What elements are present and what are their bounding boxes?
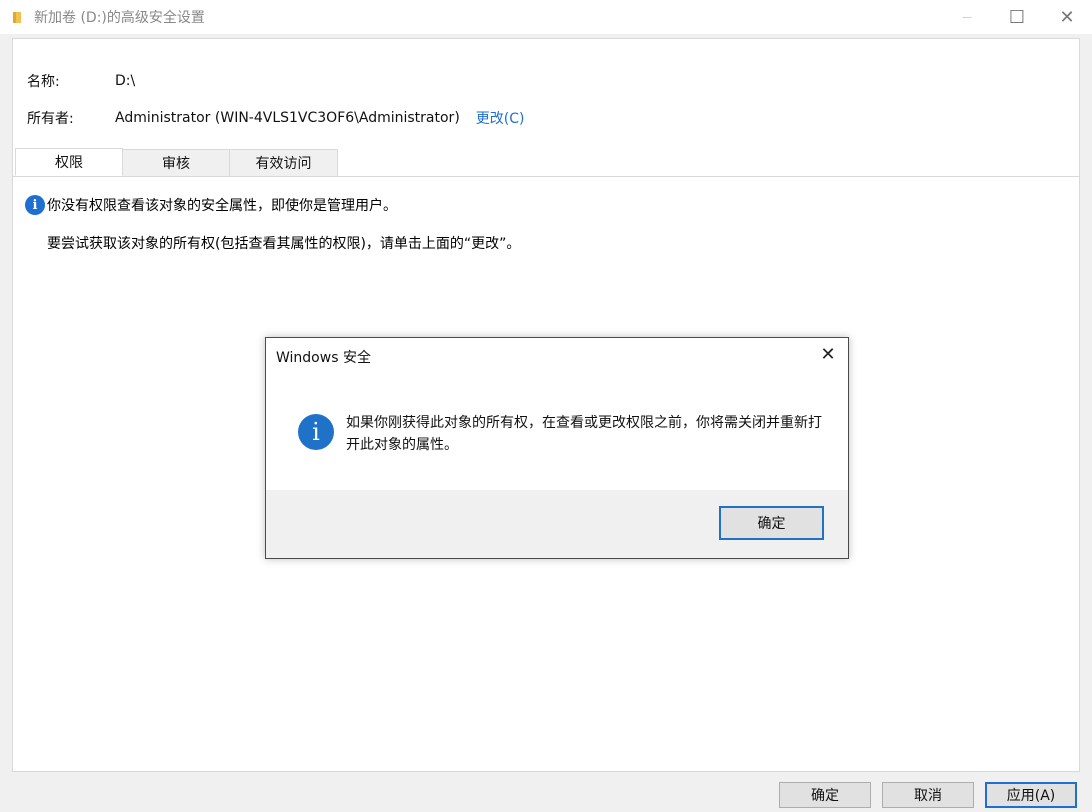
apply-button[interactable]: 应用(A) [985,782,1077,808]
info-message: i 你没有权限查看该对象的安全属性，即使你是管理用户。 [25,195,397,215]
name-value: D:\ [115,73,136,89]
close-icon: ✕ [1059,6,1075,28]
info-icon: i [298,414,334,450]
window-controls: — ☐ ✕ [942,0,1092,34]
minimize-button[interactable]: — [942,0,992,34]
folder-icon [12,10,26,24]
cancel-button[interactable]: 取消 [882,782,974,808]
tab-auditing[interactable]: 审核 [122,149,230,176]
owner-row: 所有者: Administrator (WIN-4VLS1VC3OF6\Admi… [27,108,524,128]
tab-divider [13,176,1079,177]
info-text: 你没有权限查看该对象的安全属性，即使你是管理用户。 [47,198,397,214]
owner-value: Administrator (WIN-4VLS1VC3OF6\Administr… [115,110,460,126]
name-label: 名称: [27,74,60,90]
info-icon: i [25,195,45,215]
dialog-ok-button[interactable]: 确定 [719,506,824,540]
window-title: 新加卷 (D:)的高级安全设置 [34,10,205,26]
title-bar: 新加卷 (D:)的高级安全设置 — ☐ ✕ [0,0,1092,34]
tab-permissions[interactable]: 权限 [15,148,123,176]
maximize-button[interactable]: ☐ [992,0,1042,34]
close-icon: ✕ [820,343,836,365]
change-owner-link[interactable]: 更改(C) [476,108,525,128]
windows-security-dialog: Windows 安全 ✕ i 如果你刚获得此对象的所有权，在查看或更改权限之前，… [265,337,849,559]
dialog-title: Windows 安全 [276,350,371,366]
dialog-close-button[interactable]: ✕ [816,342,840,366]
minimize-icon: — [962,11,972,23]
maximize-icon: ☐ [1008,6,1026,28]
close-window-button[interactable]: ✕ [1042,0,1092,34]
tab-strip: 权限 审核 有效访问 [15,148,338,176]
name-row: 名称: D:\ [27,71,135,91]
tab-effective-access[interactable]: 有效访问 [229,149,338,176]
ok-button[interactable]: 确定 [779,782,871,808]
hint-text: 要尝试获取该对象的所有权(包括查看其属性的权限)，请单击上面的“更改”。 [47,236,521,252]
dialog-message: 如果你刚获得此对象的所有权，在查看或更改权限之前，你将需关闭并重新打开此对象的属… [346,415,822,453]
dialog-footer: 确定 [266,490,848,558]
owner-label: 所有者: [27,111,74,127]
